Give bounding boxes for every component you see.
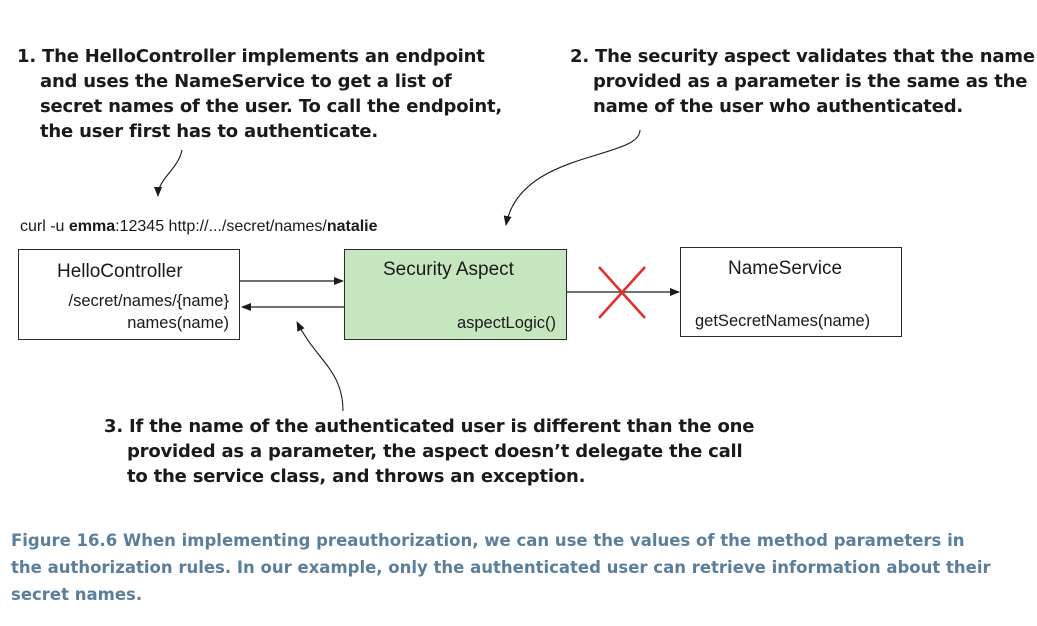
callout-arrow-2 (503, 129, 641, 226)
caption-line: the authorization rules. In our example,… (11, 558, 991, 577)
diagram-canvas: 1. The HelloController implements an end… (0, 0, 1037, 626)
annotation-3-line: provided as a parameter, the aspect does… (127, 441, 743, 462)
annotation-3-line: to the service class, and throws an exce… (127, 466, 586, 487)
annotation-3-line: 3. If the name of the authenticated user… (104, 416, 755, 437)
callout-arrow-3 (296, 321, 344, 412)
caption-line: Figure 16.6 When implementing preauthori… (11, 531, 965, 550)
annotation-3: 3. If the name of the authenticated user… (104, 414, 754, 489)
callout-arrow-1 (154, 149, 183, 197)
caption-line: secret names. (11, 585, 143, 604)
figure-caption: Figure 16.6 When implementing preauthori… (11, 527, 1021, 608)
